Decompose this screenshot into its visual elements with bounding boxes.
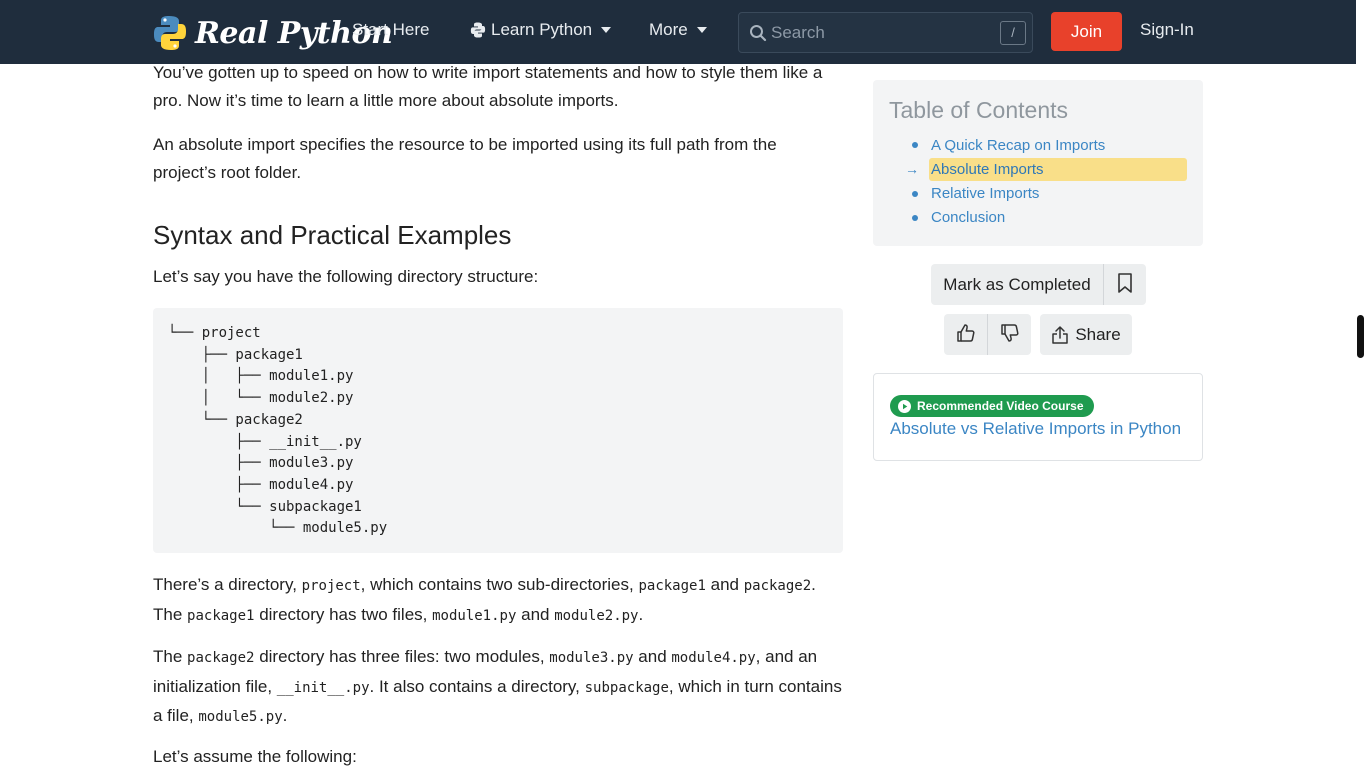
nav-learn-python-dropdown[interactable]: Learn Python: [470, 20, 612, 40]
search-box: /: [738, 12, 1033, 53]
top-navbar: Real Python Start Here Learn Python More…: [0, 0, 1356, 64]
toc-active-marker: →: [905, 161, 919, 177]
inline-code: __init__.py: [276, 679, 370, 696]
paragraph-intro: You’ve gotten up to speed on how to writ…: [153, 63, 823, 110]
bullet-icon: [912, 215, 918, 221]
play-circle-icon: [898, 399, 917, 413]
inline-code: module1.py: [432, 607, 517, 624]
toc-item-absolute-imports[interactable]: Absolute Imports: [929, 158, 1187, 181]
inline-code: module4.py: [671, 650, 756, 666]
inline-code: package2: [743, 578, 812, 594]
recommended-badge: Recommended Video Course: [890, 395, 1094, 417]
recommended-course-card: Recommended Video Course Absolute vs Rel…: [873, 373, 1203, 461]
toc-title: Table of Contents: [889, 97, 1069, 123]
thumbs-down-icon: [1000, 323, 1020, 346]
share-label: Share: [1075, 324, 1121, 344]
code-block: └── project ├── package1 │ ├── module1.p…: [153, 308, 843, 553]
paragraph-package2-description: The package2 directory has three files: …: [153, 647, 842, 725]
inline-code: project: [301, 578, 361, 594]
search-icon: [749, 24, 767, 47]
share-button[interactable]: Share: [1040, 314, 1132, 355]
inline-code: module3.py: [549, 650, 634, 666]
bullet-icon: [912, 142, 918, 148]
thumbs-down-button[interactable]: [987, 314, 1031, 355]
mark-as-completed-button[interactable]: Mark as Completed: [931, 264, 1103, 305]
bookmark-icon: [1117, 273, 1133, 296]
chevron-down-icon: [696, 27, 707, 33]
join-button[interactable]: Join: [1051, 12, 1122, 51]
share-icon: [1051, 325, 1069, 345]
recommended-badge-label: Recommended Video Course: [917, 399, 1084, 413]
toc-item-conclusion[interactable]: Conclusion: [929, 206, 1187, 229]
paragraph-directory-intro: Let’s say you have the following directo…: [153, 267, 539, 286]
search-shortcut-hint: /: [1000, 21, 1026, 45]
scrollbar-thumb[interactable]: [1357, 315, 1364, 358]
paragraph-assume: Let’s assume the following:: [153, 747, 357, 766]
bullet-icon: [912, 191, 918, 197]
inline-code: module5.py: [198, 709, 283, 725]
thumbs-up-icon: [956, 323, 976, 346]
inline-code: module2.py: [554, 607, 639, 624]
inline-code: package1: [638, 578, 706, 594]
paragraph-absolute-definition: An absolute import specifies the resourc…: [153, 135, 777, 182]
bookmark-button[interactable]: [1103, 264, 1146, 305]
section-heading: Syntax and Practical Examples: [153, 220, 512, 250]
sign-in-link[interactable]: Sign-In: [1140, 20, 1194, 40]
nav-start-here[interactable]: Start Here: [352, 20, 429, 40]
recommended-course-link[interactable]: Absolute vs Relative Imports in Python: [890, 419, 1181, 439]
python-logo-icon: [470, 22, 486, 38]
toc-item-relative-imports[interactable]: Relative Imports: [929, 182, 1187, 205]
nav-more-dropdown[interactable]: More: [649, 20, 707, 40]
nav-learn-python-label: Learn Python: [491, 20, 593, 39]
toc-item-quick-recap[interactable]: A Quick Recap on Imports: [929, 134, 1187, 157]
chevron-down-icon: [601, 27, 612, 33]
nav-more-label: More: [649, 20, 688, 39]
inline-code: package1: [187, 607, 255, 624]
inline-code: package2: [187, 650, 255, 666]
paragraph-directory-description: There’s a directory, project, which cont…: [153, 575, 816, 624]
python-logo-icon: [153, 15, 187, 51]
search-input[interactable]: [771, 19, 991, 46]
directory-tree-code: └── project ├── package1 │ ├── module1.p…: [168, 325, 388, 537]
table-of-contents: Table of Contents A Quick Recap on Impor…: [873, 80, 1203, 246]
thumbs-up-button[interactable]: [944, 314, 987, 355]
inline-code: subpackage: [584, 679, 669, 696]
